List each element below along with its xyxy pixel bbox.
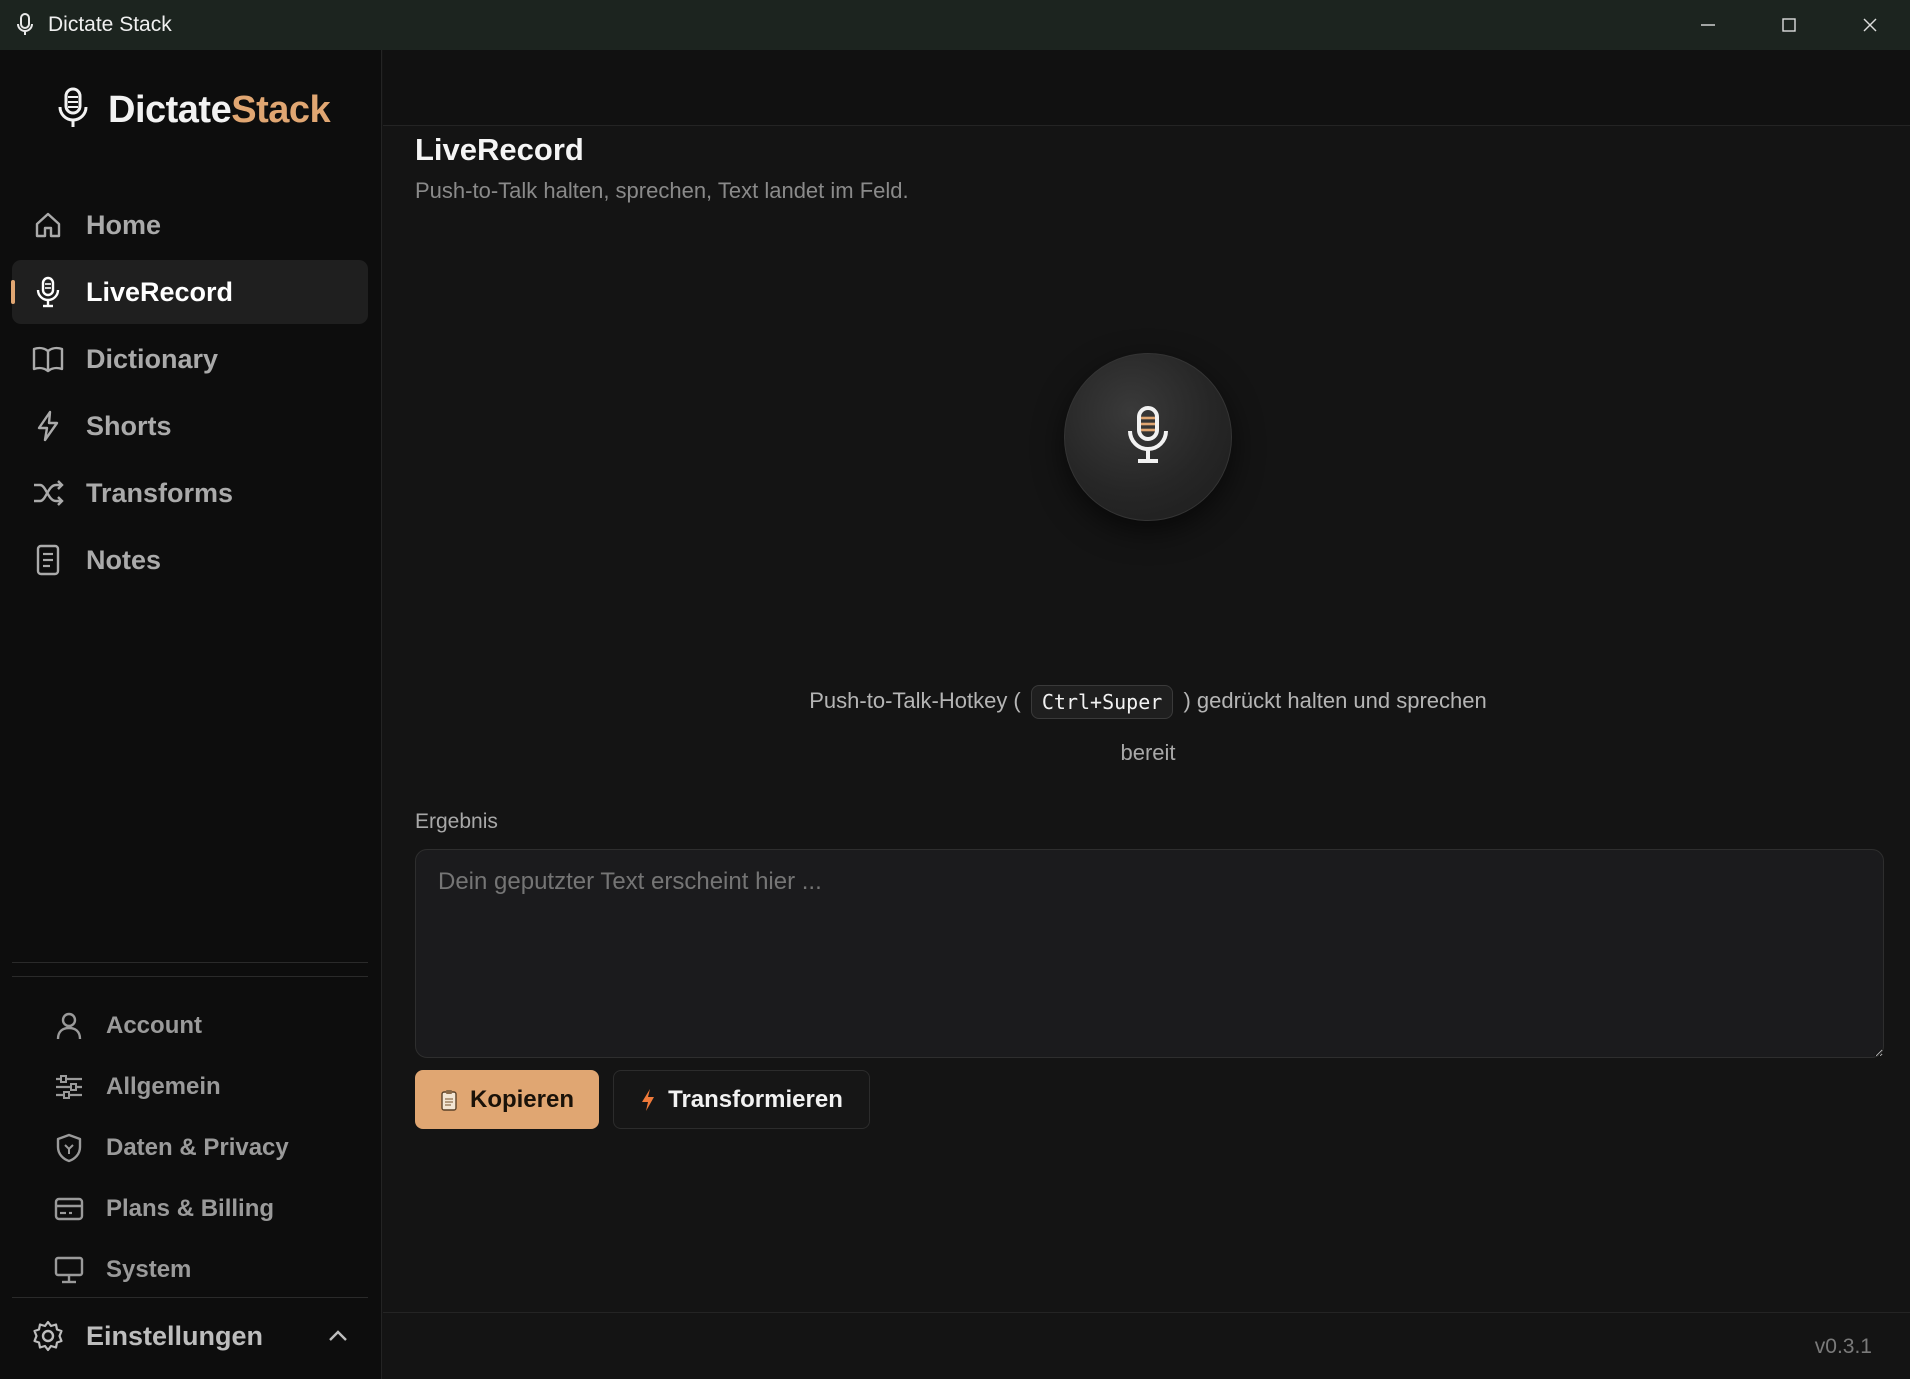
close-button[interactable] [1829,0,1910,50]
nav-item-home[interactable]: Home [12,193,368,257]
hotkey-hint: Push-to-Talk-Hotkey ( Ctrl+Super ) gedrü… [383,685,1910,719]
gear-icon [30,1318,66,1354]
nav-item-dictionary[interactable]: Dictionary [12,327,368,391]
maximize-button[interactable] [1748,0,1829,50]
settings-item-account[interactable]: Account [12,995,368,1056]
settings-item-system[interactable]: System [12,1239,368,1300]
window-controls [1667,0,1910,50]
brand-logo: DictateStack [56,80,331,140]
settings-item-allgemein[interactable]: Allgemein [12,1056,368,1117]
microphone-icon [30,274,66,310]
user-icon [52,1009,86,1043]
record-microphone-icon [1126,405,1170,470]
result-textarea[interactable] [415,849,1884,1058]
window-title: Dictate Stack [48,13,172,36]
footer-bar: v0.3.1 [383,1312,1910,1379]
minimize-icon [1700,24,1715,26]
chevron-up-icon [326,1324,350,1348]
nav-item-notes[interactable]: Notes [12,528,368,592]
sliders-icon [52,1070,86,1104]
nav-item-shorts[interactable]: Shorts [12,394,368,458]
title-bar: Dictate Stack [0,0,1910,50]
clipboard-icon [440,1089,458,1111]
sidebar-divider [12,1297,368,1298]
sidebar: DictateStack Home LiveRecord Dictionary [0,50,382,1379]
page-subtitle: Push-to-Talk halten, sprechen, Text land… [415,178,909,203]
book-icon [30,341,66,377]
sidebar-divider [12,976,368,977]
settings-item-privacy[interactable]: Daten & Privacy [12,1117,368,1178]
record-button[interactable] [1064,353,1232,521]
app-window: Dictate Stack DictateStack Home LiveReco… [0,0,1910,1379]
recording-status: bereit [1120,740,1176,765]
settings-toggle[interactable]: Einstellungen [12,1308,368,1364]
note-icon [30,542,66,578]
page-title: LiveRecord [415,132,584,167]
brand-microphone-icon [56,87,90,134]
sidebar-divider [12,962,368,963]
settings-subnav: Account Allgemein Daten & Privacy Plans … [12,995,368,1300]
transform-button[interactable]: Transformieren [613,1070,870,1129]
maximize-icon [1781,18,1796,32]
home-icon [30,207,66,243]
app-microphone-icon [10,10,40,40]
version-label: v0.3.1 [1814,1335,1872,1358]
shuffle-icon [30,475,66,511]
credit-card-icon [52,1192,86,1226]
nav-item-transforms[interactable]: Transforms [12,461,368,525]
lightning-icon [30,408,66,444]
nav-item-liverecord[interactable]: LiveRecord [11,260,368,324]
hotkey-badge: Ctrl+Super [1030,685,1174,719]
main-content: LiveRecord Push-to-Talk halten, sprechen… [383,50,1910,1379]
settings-item-billing[interactable]: Plans & Billing [12,1178,368,1239]
brand-name: DictateStack [108,88,331,131]
copy-button[interactable]: Kopieren [415,1070,599,1129]
top-bar [383,50,1910,126]
monitor-icon [52,1253,86,1287]
close-icon [1863,18,1876,32]
lightning-icon [640,1088,656,1112]
minimize-button[interactable] [1667,0,1748,50]
main-nav: Home LiveRecord Dictionary Shorts Transf… [11,193,368,595]
shield-icon [52,1131,86,1165]
result-label: Ergebnis [415,810,498,833]
